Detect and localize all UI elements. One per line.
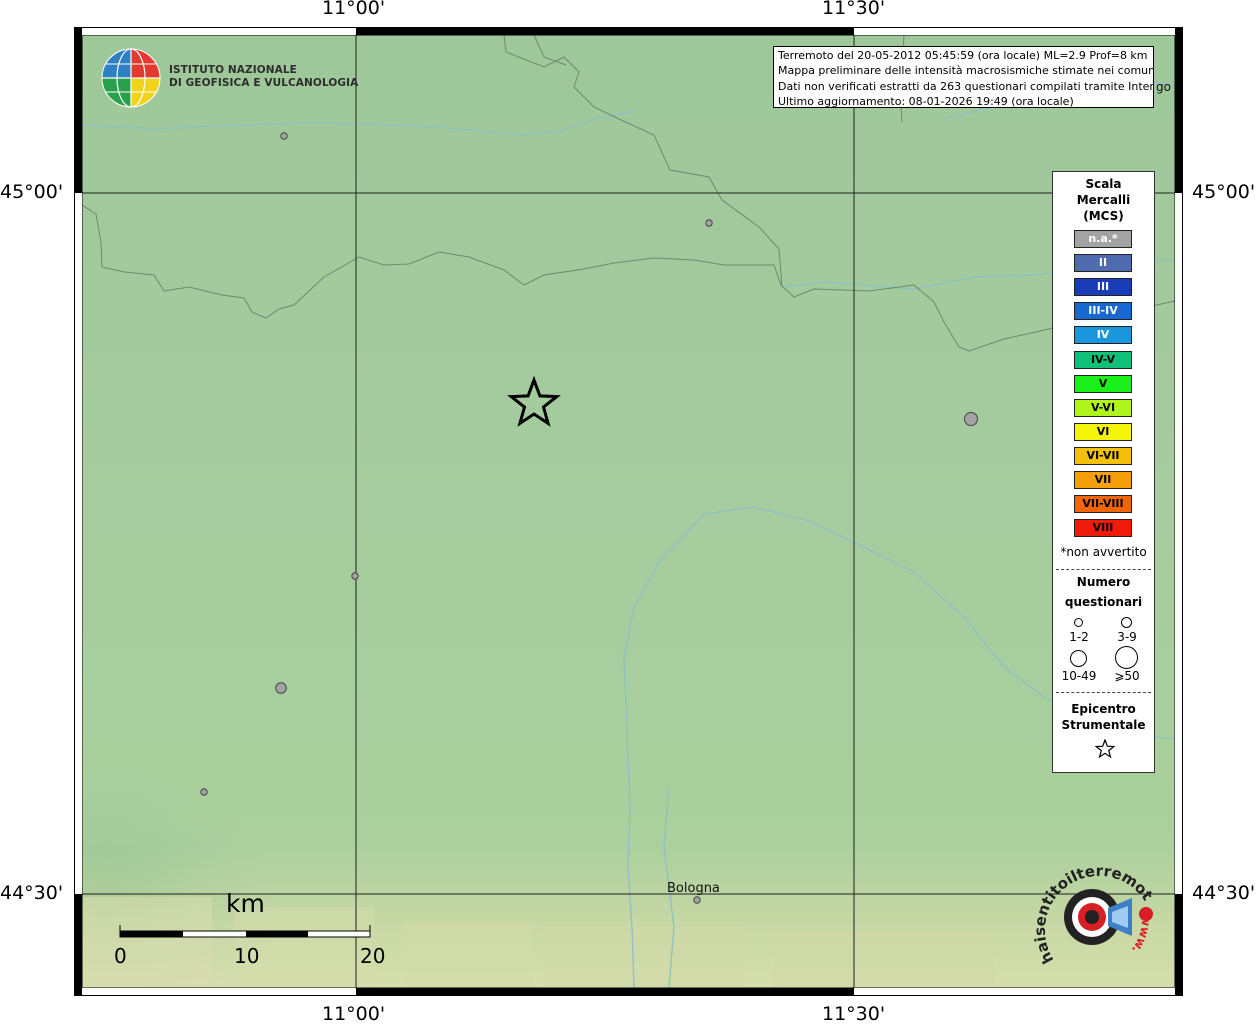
logo-brand-www: www. xyxy=(1129,915,1153,956)
legend-swatch: n.a.* xyxy=(1074,230,1132,248)
count-label-4: ⩾50 xyxy=(1114,669,1140,683)
lat-label-left-top: 45°00' xyxy=(0,181,64,203)
lat-label-left-bottom: 44°30' xyxy=(0,882,64,904)
info-line-4: Ultimo aggiornamento: 08-01-2026 19:49 (… xyxy=(778,94,1074,108)
legend-swatch: VI-VII xyxy=(1074,446,1132,465)
legend-swatch: II xyxy=(1074,254,1132,273)
svg-text:www.: www. xyxy=(1129,915,1153,956)
map-area[interactable] xyxy=(74,27,1183,996)
lon-label-top-right: 11°30' xyxy=(822,0,886,19)
legend-title-2: Mercalli xyxy=(1076,193,1131,207)
lat-label-right-top: 45°00' xyxy=(1192,181,1256,203)
intensity-point xyxy=(705,219,713,227)
haisentito-logo: haisentitoilterremoto.it www. xyxy=(1029,846,1160,976)
count-symbol-small xyxy=(1074,618,1083,627)
count-symbol-large xyxy=(1070,650,1087,667)
ingv-globe-logo xyxy=(100,47,162,109)
legend-swatch: III-IV xyxy=(1074,302,1132,321)
legend-swatch: VII-VIII xyxy=(1074,495,1132,514)
legend-swatch: IV-V xyxy=(1074,350,1132,369)
count-label-3: 10-49 xyxy=(1061,669,1097,683)
lat-label-right-bottom: 44°30' xyxy=(1192,882,1256,904)
info-overflow-text: go xyxy=(1156,80,1171,94)
legend-swatch: IV xyxy=(1074,326,1132,345)
ingv-name: ISTITUTO NAZIONALE DI GEOFISICA E VULCAN… xyxy=(169,64,358,90)
info-line-2: Mappa preliminare delle intensità macros… xyxy=(778,64,1154,78)
ingv-name-line1: ISTITUTO NAZIONALE xyxy=(169,64,297,76)
mcs-legend: Scala Mercalli (MCS) n.a.* II III III-IV IV I… xyxy=(1052,171,1155,773)
intensity-point xyxy=(200,788,208,796)
ingv-name-line2: DI GEOFISICA E VULCANOLOGIA xyxy=(169,77,359,89)
count-title-2: questionari xyxy=(1064,595,1143,609)
scale-tick-10: 10 xyxy=(234,944,260,968)
legend-title-1: Scala xyxy=(1085,177,1122,191)
legend-swatch: VIII xyxy=(1074,519,1132,538)
earthquake-info-box: Terremoto del 20-05-2012 05:45:59 (ora l… xyxy=(773,46,1154,108)
legend-swatch: V-VI xyxy=(1074,398,1132,417)
scale-tick-0: 0 xyxy=(114,944,127,968)
count-symbol-medium xyxy=(1121,617,1132,628)
intensity-point xyxy=(275,682,287,694)
intensity-point xyxy=(280,132,288,140)
lon-label-top-left: 11°00' xyxy=(322,0,386,19)
epicenter-title-1: Epicentro xyxy=(1071,702,1136,716)
epicenter-star-icon xyxy=(1095,739,1115,759)
scale-unit: km xyxy=(226,889,265,918)
legend-swatch: V xyxy=(1074,374,1132,393)
intensity-point xyxy=(693,896,701,904)
count-symbol-xlarge xyxy=(1115,646,1138,669)
legend-divider xyxy=(1056,692,1151,693)
intensity-point xyxy=(351,572,359,580)
count-title-1: Numero xyxy=(1076,575,1131,589)
legend-swatch: III xyxy=(1074,278,1132,297)
city-label-bologna: Bologna xyxy=(667,881,720,896)
map-canvas[interactable] xyxy=(74,27,1183,996)
count-label-1: 1-2 xyxy=(1069,630,1089,644)
legend-swatch: VI xyxy=(1074,422,1132,441)
legend-note: *non avvertito xyxy=(1060,545,1147,559)
intensity-point xyxy=(964,412,978,426)
legend-title-3: (MCS) xyxy=(1083,209,1124,223)
legend-swatch: VII xyxy=(1074,471,1132,489)
scale-tick-20: 20 xyxy=(360,944,386,968)
lon-label-bottom-left: 11°00' xyxy=(322,1003,386,1025)
epicenter-title-2: Strumentale xyxy=(1061,718,1146,732)
info-line-1: Terremoto del 20-05-2012 05:45:59 (ora l… xyxy=(778,49,1148,62)
count-label-2: 3-9 xyxy=(1117,630,1137,644)
lon-label-bottom-right: 11°30' xyxy=(822,1003,886,1025)
legend-divider xyxy=(1056,569,1151,570)
info-line-3: Dati non verificati estratti da 263 ques… xyxy=(778,79,1154,93)
